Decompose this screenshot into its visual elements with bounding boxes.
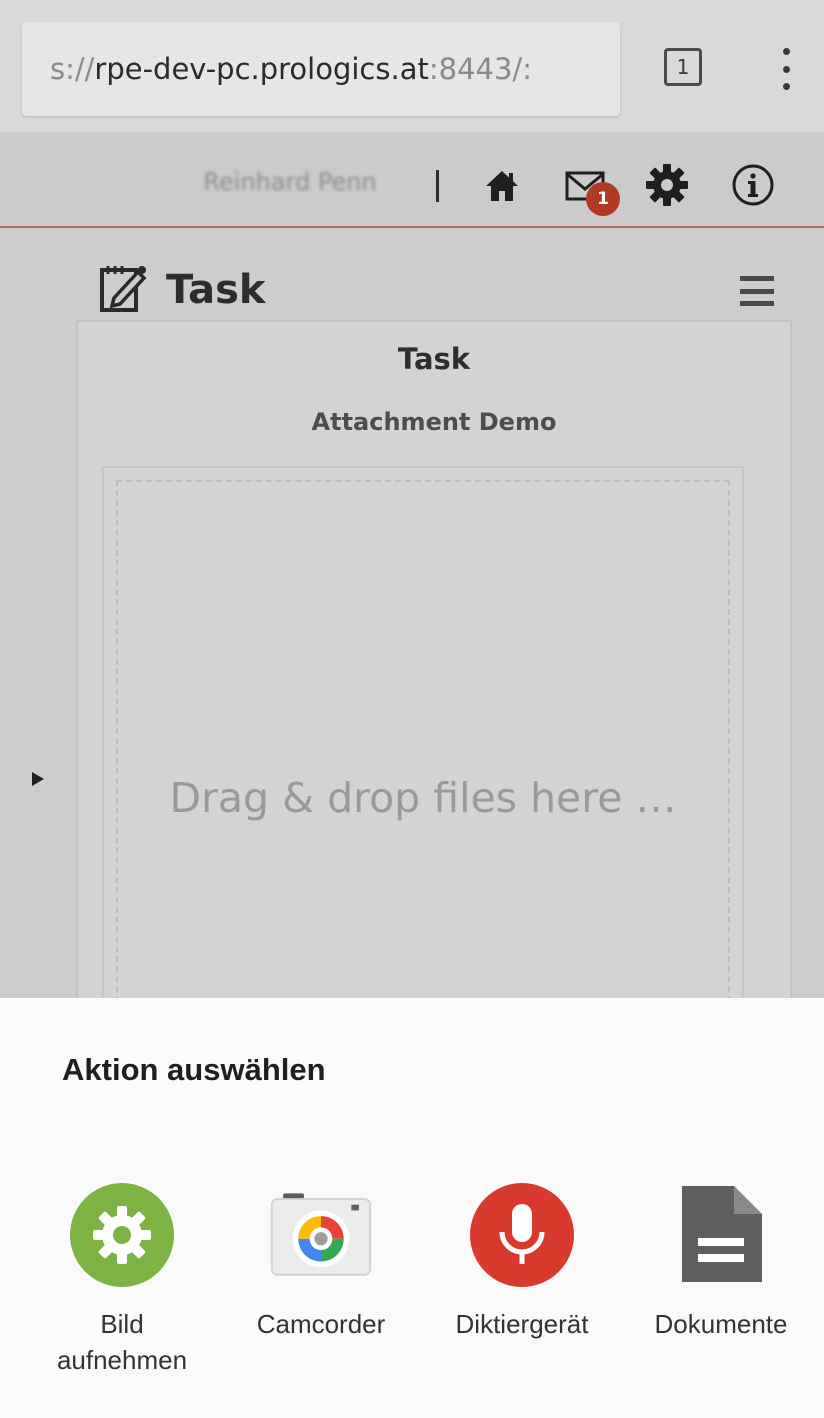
action-label: Camcorder (256, 1309, 386, 1339)
hamburger-menu-icon[interactable] (740, 276, 774, 306)
gear-icon (69, 1182, 175, 1288)
notification-badge: 1 (586, 182, 620, 216)
action-documents[interactable]: Dokumente (636, 1182, 806, 1342)
dropzone-dashed-border (116, 480, 730, 998)
sheet-title: Aktion auswählen (62, 1052, 326, 1087)
action-label: Diktiergerät (455, 1309, 589, 1339)
document-icon (668, 1182, 774, 1288)
task-panel: Task Attachment Demo Drag & drop files h… (76, 320, 792, 998)
url-bar[interactable]: s://rpe-dev-pc.prologics.at:8443/: (22, 22, 620, 116)
action-take-picture[interactable]: Bild aufnehmen (37, 1182, 207, 1378)
browser-menu-icon[interactable] (778, 48, 794, 90)
app-header: Reinhard Penn 1 (0, 132, 824, 228)
settings-gear-icon[interactable] (642, 160, 692, 210)
home-icon[interactable] (478, 162, 526, 210)
tab-switcher-button[interactable]: 1 (664, 48, 702, 86)
microphone-icon (469, 1182, 575, 1288)
web-page: Reinhard Penn 1 Task Task Attachment Dem… (0, 132, 824, 998)
file-dropzone[interactable]: Drag & drop files here … (102, 466, 744, 998)
user-name[interactable]: Reinhard Penn (190, 168, 390, 196)
action-label: Dokumente (654, 1309, 788, 1339)
dropzone-hint: Drag & drop files here … (169, 774, 677, 822)
action-camcorder[interactable]: Camcorder (236, 1182, 406, 1342)
task-section-header: Task (98, 262, 266, 318)
action-chooser-sheet: Aktion auswählen Bild aufnehmen Camcorde… (0, 998, 824, 1418)
task-header-title: Task (166, 267, 266, 313)
panel-subtitle: Attachment Demo (311, 408, 557, 436)
panel-title: Task (397, 342, 471, 376)
camera-icon (268, 1182, 374, 1288)
url-host: rpe-dev-pc.prologics.at (94, 52, 429, 86)
task-edit-icon (98, 262, 148, 318)
action-label: Bild aufnehmen (56, 1309, 188, 1375)
header-divider (436, 170, 439, 202)
info-icon[interactable] (728, 160, 778, 210)
action-voice-recorder[interactable]: Diktiergerät (437, 1182, 607, 1342)
url-suffix: :8443/: (428, 52, 532, 86)
sidebar-expand-arrow-icon[interactable] (32, 772, 44, 786)
browser-toolbar: s://rpe-dev-pc.prologics.at:8443/: 1 (0, 0, 824, 132)
url-prefix: s:// (50, 52, 95, 86)
